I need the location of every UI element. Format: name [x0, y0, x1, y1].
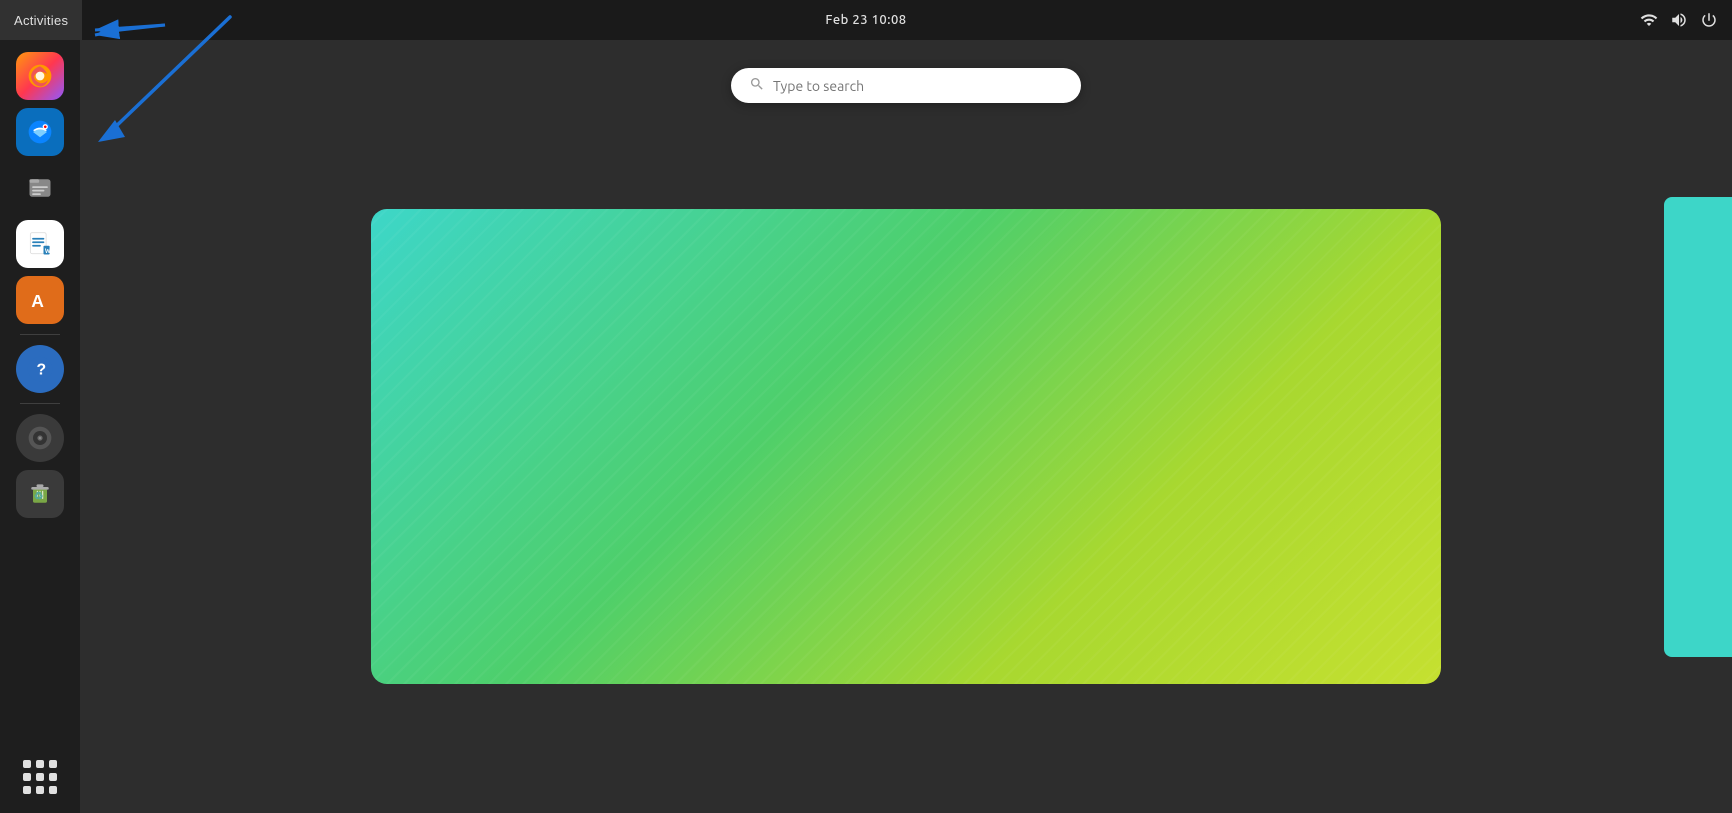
search-bar [731, 68, 1081, 103]
sidebar-item-files[interactable] [16, 164, 64, 212]
search-icon [749, 76, 765, 95]
clock-display: Feb 23 10:08 [825, 13, 906, 27]
sidebar-item-discs[interactable] [16, 414, 64, 462]
wallpaper-preview [371, 209, 1441, 684]
side-panel-teal [1664, 197, 1732, 657]
sidebar-separator-2 [20, 403, 60, 404]
search-input[interactable] [773, 78, 1063, 94]
system-tray [1638, 9, 1732, 31]
sidebar-item-thunderbird[interactable] [16, 108, 64, 156]
sidebar: W A ? ♻ [0, 40, 80, 813]
grid-dots-icon [23, 760, 57, 794]
activities-button[interactable]: Activities [0, 0, 82, 40]
svg-text:W: W [45, 248, 51, 255]
sidebar-separator-1 [20, 334, 60, 335]
sidebar-item-appstore[interactable]: A [16, 276, 64, 324]
sidebar-item-firefox[interactable] [16, 52, 64, 100]
svg-text:A: A [31, 291, 44, 311]
volume-tray-icon[interactable] [1668, 9, 1690, 31]
main-content [80, 40, 1732, 813]
svg-text:?: ? [37, 361, 47, 378]
network-tray-icon[interactable] [1638, 9, 1660, 31]
power-tray-icon[interactable] [1698, 9, 1720, 31]
sidebar-item-show-applications[interactable] [16, 753, 64, 801]
sidebar-item-help[interactable]: ? [16, 345, 64, 393]
sidebar-item-writer[interactable]: W [16, 220, 64, 268]
search-container [731, 68, 1081, 103]
topbar: Activities Feb 23 10:08 [0, 0, 1732, 40]
sidebar-item-trash[interactable]: ♻ [16, 470, 64, 518]
svg-text:♻: ♻ [34, 489, 44, 501]
